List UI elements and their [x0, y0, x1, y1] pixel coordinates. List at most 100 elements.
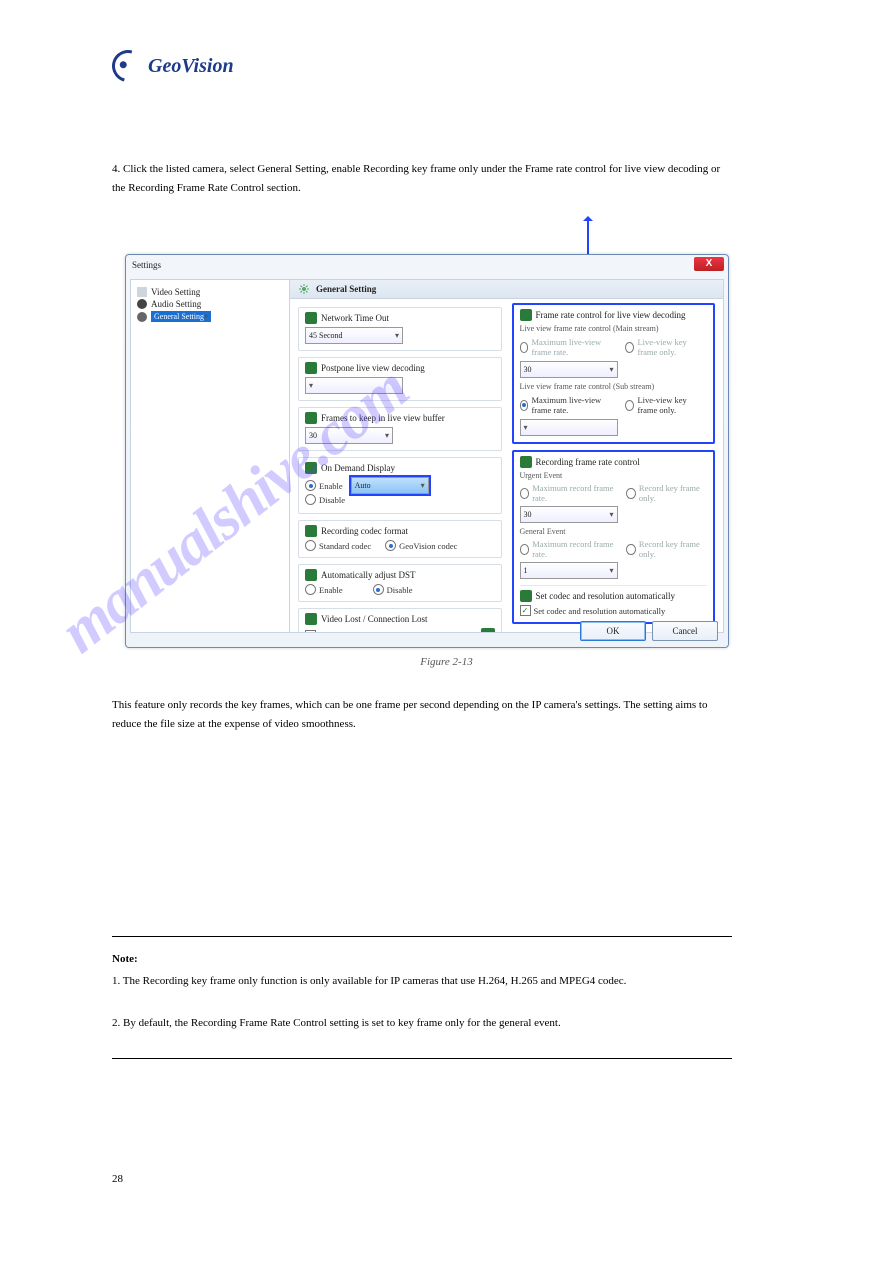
tree-label: Audio Setting [151, 299, 201, 309]
callout-arrow-up [587, 220, 589, 254]
tree-item-video[interactable]: Video Setting [135, 286, 285, 298]
group-label: On Demand Display [321, 463, 395, 473]
urgent-fps-select[interactable]: 30 [520, 506, 618, 523]
radio-keyonly-main[interactable]: Live-view key frame only. [625, 337, 707, 357]
page-number: 28 [112, 1170, 152, 1189]
group-framesbuffer: Frames to keep in live view buffer 30 [298, 407, 502, 451]
group-label: Frame rate control for live view decodin… [536, 310, 686, 320]
radio-label: Standard codec [319, 541, 371, 551]
radio-label: GeoVision codec [399, 541, 457, 551]
setting-icon [305, 462, 317, 474]
radio-label: Maximum record frame rate. [532, 539, 616, 559]
radio-gvcodec[interactable]: GeoVision codec [385, 540, 457, 551]
group-network-timeout: Network Time Out 45 Second [298, 307, 502, 351]
group-label: Recording codec format [321, 526, 408, 536]
window-title: Settings [132, 260, 161, 270]
radio-maxrec-urgent[interactable]: Maximum record frame rate. [520, 483, 617, 503]
logo-mark-icon [106, 44, 150, 88]
brand-logo: GeoVision [112, 50, 234, 82]
camera-icon [137, 287, 147, 297]
check-label: Invoke Alarm [319, 630, 366, 632]
radio-dst-enable[interactable]: Enable [305, 584, 343, 595]
radio-disable[interactable]: Disable [305, 494, 345, 505]
setting-icon [520, 309, 532, 321]
ok-button[interactable]: OK [580, 621, 646, 641]
group-label: Automatically adjust DST [321, 570, 416, 580]
logo-text: GeoVision [148, 56, 234, 76]
setting-icon [305, 613, 317, 625]
tree-item-audio[interactable]: Audio Setting [135, 298, 285, 310]
tree-item-general[interactable]: General Setting [135, 310, 285, 323]
radio-enable[interactable]: Enable [305, 480, 343, 491]
radio-label: Disable [319, 495, 345, 505]
sound-icon[interactable] [481, 628, 495, 632]
tree-label: Video Setting [151, 287, 200, 297]
sub-fps-select[interactable] [520, 419, 618, 436]
group-label: Set codec and resolution automatically [536, 591, 675, 601]
setting-icon [305, 312, 317, 324]
check-label: Set codec and resolution automatically [534, 606, 666, 616]
radio-reckey-general[interactable]: Record key frame only. [626, 539, 707, 559]
group-ondemand: On Demand Display Enable Auto Disable [298, 457, 502, 514]
setting-icon [520, 590, 532, 602]
subgroup-label: General Event [520, 527, 708, 536]
group-codecfmt: Recording codec format Standard codec Ge… [298, 520, 502, 558]
divider [112, 1058, 732, 1059]
step-4-text: 4. Click the listed camera, select Gener… [112, 160, 732, 197]
tree-label-selected: General Setting [151, 311, 211, 322]
close-button[interactable]: X [694, 257, 724, 271]
group-label: Video Lost / Connection Lost [321, 614, 427, 624]
radio-reckey-urgent[interactable]: Record key frame only. [626, 483, 707, 503]
group-label: Frames to keep in live view buffer [321, 413, 445, 423]
radio-stdcodec[interactable]: Standard codec [305, 540, 371, 551]
group-rec-framerate: Recording frame rate control Urgent Even… [512, 450, 716, 624]
note-2: 2. By default, the Recording Frame Rate … [112, 1014, 732, 1033]
subgroup-label: Urgent Event [520, 471, 708, 480]
radio-keyonly-sub[interactable]: Live-view key frame only. [625, 395, 707, 415]
figure-label: Figure 2-13 [420, 656, 472, 668]
group-label: Network Time Out [321, 313, 389, 323]
panel-header: General Setting [290, 280, 723, 299]
setting-icon [520, 456, 532, 468]
radio-label: Maximum live-view frame rate. [531, 395, 615, 415]
radio-label: Live-view key frame only. [637, 395, 707, 415]
group-label: Recording frame rate control [536, 457, 640, 467]
frames-select[interactable]: 30 [305, 427, 393, 444]
radio-maxrec-general[interactable]: Maximum record frame rate. [520, 539, 617, 559]
radio-label: Maximum live-view frame rate. [531, 337, 615, 357]
panel-title: General Setting [316, 284, 376, 294]
settings-window: Settings X Video Setting Audio Setting G… [125, 254, 729, 648]
group-vlost-alarm: Video Lost / Connection Lost Invoke Alar… [298, 608, 502, 632]
radio-label: Record key frame only. [639, 483, 707, 503]
radio-maxlive-main[interactable]: Maximum live-view frame rate. [520, 337, 616, 357]
setting-icon [305, 412, 317, 424]
timeout-select[interactable]: 45 Second [305, 327, 403, 344]
divider [112, 936, 732, 937]
gear-icon [137, 312, 147, 322]
general-fps-select[interactable]: 1 [520, 562, 618, 579]
radio-label: Maximum record frame rate. [532, 483, 616, 503]
setting-icon [305, 525, 317, 537]
subgroup-label: Live view frame rate control (Sub stream… [520, 382, 708, 391]
radio-label: Disable [387, 585, 413, 595]
cancel-button[interactable]: Cancel [652, 621, 718, 641]
check-invoke-alarm[interactable]: Invoke Alarm [305, 630, 366, 633]
subgroup-label: Live view frame rate control (Main strea… [520, 324, 708, 333]
main-fps-select[interactable]: 30 [520, 361, 618, 378]
postpone-select[interactable] [305, 377, 403, 394]
gear-icon [298, 283, 310, 295]
radio-maxlive-sub[interactable]: Maximum live-view frame rate. [520, 395, 616, 415]
feature-description: This feature only records the key frames… [112, 696, 732, 733]
note-title: Note: [112, 950, 732, 969]
group-postpone: Postpone live view decoding [298, 357, 502, 401]
radio-label: Enable [319, 481, 343, 491]
group-dst: Automatically adjust DST Enable Disable [298, 564, 502, 602]
check-autocodec[interactable]: Set codec and resolution automatically [520, 605, 666, 616]
radio-dst-disable[interactable]: Disable [373, 584, 413, 595]
settings-tree[interactable]: Video Setting Audio Setting General Sett… [131, 280, 290, 632]
speaker-icon [137, 299, 147, 309]
ondemand-select[interactable]: Auto [351, 477, 429, 494]
radio-label: Live-view key frame only. [637, 337, 707, 357]
setting-icon [305, 569, 317, 581]
window-titlebar: Settings X [126, 255, 728, 275]
